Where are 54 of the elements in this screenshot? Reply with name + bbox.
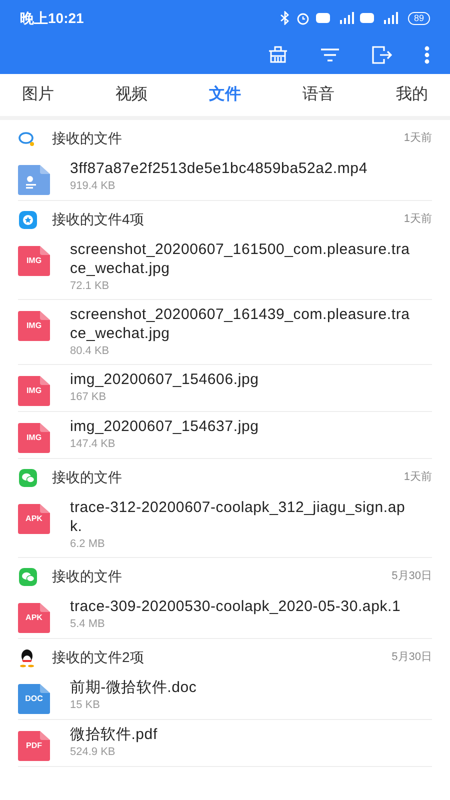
file-size: 524.9 KB [70,745,116,760]
file-name[interactable]: 微拾软件.pdf [70,725,432,744]
file-type-label: IMG [25,255,43,267]
group-title: 接收的文件 [52,567,123,586]
file-type-label: IMG [25,385,43,397]
group-time: 1天前 [404,212,432,228]
file-name[interactable]: trace-309-20200530-coolapk_2020-05-30.apk.1 [70,597,432,616]
file-type-label: IMG [25,432,43,444]
battery-indicator: 89 [408,12,430,24]
tab[interactable]: 图片 [22,83,54,107]
group-title: 接收的文件4项 [52,210,145,229]
file-name[interactable]: img_20200607_154637.jpg [70,417,432,436]
chat-app-icon [18,566,38,586]
file-name[interactable]: screenshot_20200607_161439_com.pleasure.trace_wechat.jpg [70,305,432,343]
file-size: 5.4 MB [70,617,106,632]
file-type-label: APK [24,612,44,624]
file-type-label: PDF [25,740,43,752]
file-type-label: IMG [25,320,43,332]
group-time: 1天前 [404,470,432,486]
file-name[interactable]: img_20200607_154606.jpg [70,370,432,389]
basket-icon[interactable] [268,46,288,64]
chat-app-icon [18,468,38,488]
tab[interactable]: 视频 [116,83,148,107]
tab[interactable]: 我的 [396,83,428,107]
chat-bubble-icon [18,130,36,146]
file-size: 15 KB [70,698,101,713]
group-time: 1天前 [404,131,432,146]
file-type-label: DOC [24,693,44,705]
star-app-icon [18,210,38,230]
file-size: 72.1 KB [70,279,110,294]
file-name[interactable]: 前期-微拾软件.doc [70,678,432,697]
file-size: 80.4 KB [70,344,110,359]
group-title: 接收的文件2项 [52,648,145,667]
group-time: 5月30日 [392,650,432,666]
file-size: 6.2 MB [70,537,106,552]
filter-icon[interactable] [320,48,340,62]
group-time: 5月30日 [392,569,432,584]
file-size: 147.4 KB [70,437,116,452]
penguin-icon [18,648,36,668]
file-name[interactable]: screenshot_20200607_161500_com.pleasure.trace_wechat.jpg [70,240,432,278]
group-title: 接收的文件 [52,129,123,148]
group-title: 接收的文件 [52,468,123,487]
tab[interactable]: 语音 [302,83,334,107]
status-time: 晚上10:21 [20,8,84,28]
tab[interactable]: 文件 [209,83,241,107]
file-name[interactable]: 3ff87a87e2f2513de5e1bc4859ba52a2.mp4 [70,159,432,178]
file-name[interactable]: trace-312-20200607-coolapk_312_jiagu_sign.apk. [70,498,432,536]
more-icon[interactable] [424,46,430,64]
file-size: 919.4 KB [70,179,116,194]
bluetooth-icon [280,11,290,25]
file-size: 167 KB [70,390,108,405]
alarm-icon [296,11,310,25]
file-type-label: APK [24,513,44,525]
exit-icon[interactable] [372,46,392,64]
